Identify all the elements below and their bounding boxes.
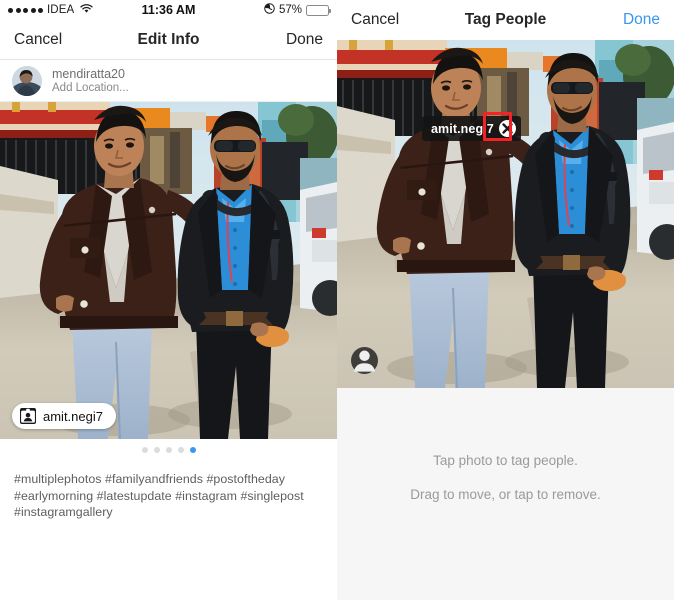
pager-dot-5[interactable] bbox=[189, 447, 196, 453]
username-label: mendiratta20 bbox=[52, 67, 125, 81]
tag-bubble-label: amit.negi7 bbox=[431, 121, 494, 136]
photo-image bbox=[337, 40, 674, 388]
pager-dot-2[interactable] bbox=[153, 447, 160, 453]
signal-strength-icon bbox=[8, 7, 43, 13]
done-button[interactable]: Done bbox=[623, 11, 660, 29]
tag-hints: Tap photo to tag people. Drag to move, o… bbox=[337, 388, 674, 512]
edit-info-navbar: Cancel Edit Info Done bbox=[0, 20, 337, 60]
photo-tag-pill[interactable]: amit.negi7 bbox=[12, 403, 116, 429]
done-button[interactable]: Done bbox=[286, 31, 323, 49]
profile-row[interactable]: mendiratta20 Add Location... bbox=[0, 60, 337, 102]
pager-dot-4[interactable] bbox=[177, 447, 184, 453]
cancel-button[interactable]: Cancel bbox=[14, 31, 62, 49]
alarm-clock-icon bbox=[264, 3, 275, 17]
add-location-button[interactable]: Add Location... bbox=[52, 82, 129, 94]
status-bar: IDEA 11:36 AM 57% bbox=[0, 0, 337, 20]
battery-percent-label: 57% bbox=[278, 4, 302, 16]
close-circle-icon[interactable] bbox=[498, 120, 516, 137]
avatar[interactable] bbox=[12, 65, 42, 96]
tag-people-navbar: Cancel Tag People Done bbox=[337, 0, 674, 40]
profile-text: mendiratta20 Add Location... bbox=[52, 67, 129, 94]
status-bar-right: 57% bbox=[264, 3, 331, 17]
cancel-button[interactable]: Cancel bbox=[351, 11, 399, 29]
person-icon-button[interactable] bbox=[351, 347, 378, 374]
id-badge-icon bbox=[20, 408, 36, 424]
pager-dot-3[interactable] bbox=[165, 447, 172, 453]
pager-dot-1[interactable] bbox=[141, 447, 148, 453]
person-icon bbox=[354, 350, 375, 372]
photo-tag-bubble[interactable]: amit.negi7 bbox=[422, 116, 521, 141]
battery-icon bbox=[306, 4, 331, 16]
carrier-label: IDEA bbox=[47, 4, 75, 16]
photo-image bbox=[0, 102, 337, 439]
tag-pill-label: amit.negi7 bbox=[43, 408, 103, 424]
tag-photo[interactable]: amit.negi7 bbox=[337, 40, 674, 388]
hint-line-2: Drag to move, or tap to remove. bbox=[410, 487, 601, 502]
screenshot-root: IDEA 11:36 AM 57% Cancel Edit Info Done … bbox=[0, 0, 674, 600]
edit-info-screen: IDEA 11:36 AM 57% Cancel Edit Info Done … bbox=[0, 0, 337, 600]
wifi-icon bbox=[80, 3, 93, 17]
photo-pager[interactable] bbox=[0, 439, 337, 461]
status-bar-left: IDEA bbox=[8, 3, 93, 17]
caption-text[interactable]: #multiplephotos #familyandfriends #posto… bbox=[0, 461, 337, 521]
hint-line-1: Tap photo to tag people. bbox=[433, 453, 578, 468]
post-photo[interactable]: amit.negi7 bbox=[0, 102, 337, 439]
tag-people-screen: Cancel Tag People Done amit.negi7 Tap ph… bbox=[337, 0, 674, 600]
